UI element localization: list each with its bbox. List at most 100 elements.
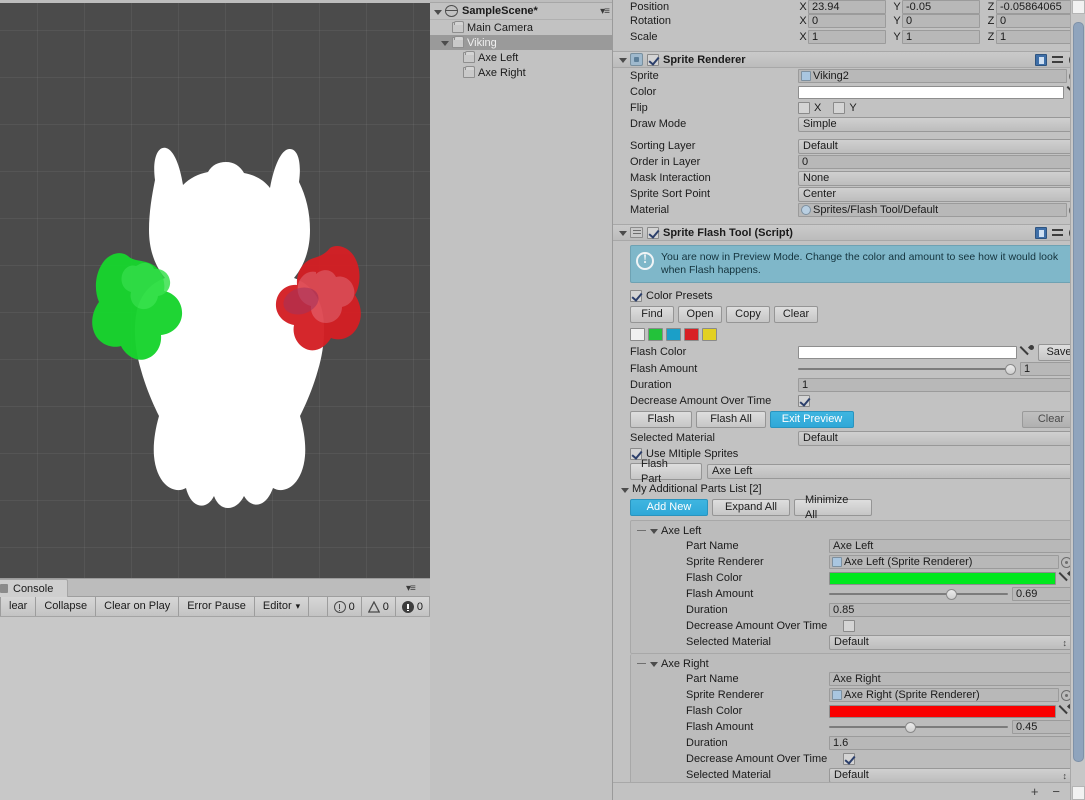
chevron-down-icon[interactable] (650, 529, 658, 534)
mask-interaction-dropdown[interactable]: None (798, 170, 1080, 186)
part-flash-amount-slider[interactable] (829, 587, 1008, 601)
preset-icon[interactable] (1052, 54, 1064, 66)
drag-handle-icon[interactable] (637, 661, 646, 667)
add-item-button[interactable]: + (1031, 784, 1039, 799)
color-swatch-yellow[interactable] (702, 327, 717, 341)
console-error-count[interactable]: 0 (395, 597, 430, 616)
flash-color-swatch-field[interactable] (798, 345, 1017, 359)
tab-console[interactable]: Console (0, 579, 69, 597)
flip-x-checkbox[interactable] (798, 102, 810, 114)
selected-material-dropdown[interactable]: Default (798, 430, 1080, 446)
scene-view[interactable] (0, 0, 430, 578)
material-object-field[interactable]: Sprites/Flash Tool/Default (798, 203, 1067, 217)
open-button[interactable]: Open (678, 306, 722, 323)
part-flash-amount-slider[interactable] (829, 720, 1008, 734)
color-swatch-field[interactable] (798, 85, 1064, 99)
part-name-field[interactable]: Axe Left (829, 539, 1072, 553)
decrease-over-time-checkbox[interactable] (798, 395, 810, 407)
color-presets-checkbox[interactable] (630, 290, 642, 302)
clear-presets-button[interactable]: Clear (774, 306, 818, 323)
hierarchy-item-viking[interactable]: Viking (430, 35, 612, 50)
part-decrease-checkbox[interactable] (843, 753, 855, 765)
part-sprite-renderer-field[interactable]: Axe Left (Sprite Renderer) (829, 555, 1059, 569)
help-book-icon[interactable] (1035, 227, 1047, 239)
expand-all-button[interactable]: Expand All (712, 499, 790, 516)
color-swatch-blue[interactable] (666, 327, 681, 341)
component-header-sprite-flash-tool[interactable]: Sprite Flash Tool (Script) (613, 224, 1085, 241)
position-z-field[interactable]: -0.05864065 (996, 0, 1074, 14)
part-decrease-checkbox[interactable] (843, 620, 855, 632)
rotation-z-field[interactable]: 0 (996, 14, 1074, 28)
viking-sprite[interactable] (80, 138, 380, 528)
scale-z-field[interactable]: 1 (996, 30, 1074, 44)
sorting-layer-dropdown[interactable]: Default (798, 138, 1080, 154)
part-flash-color-swatch[interactable] (829, 704, 1056, 718)
part-duration-field[interactable]: 0.85 (829, 603, 1072, 617)
part-header[interactable]: Axe Left (631, 523, 1077, 538)
find-button[interactable]: Find (630, 306, 674, 323)
color-swatch-red[interactable] (684, 327, 699, 341)
part-flash-color-swatch[interactable] (829, 571, 1056, 585)
chevron-down-icon[interactable] (650, 662, 658, 667)
sprite-object-field[interactable]: Viking2 (798, 69, 1067, 83)
part-flash-amount-value-field[interactable]: 0.69 (1012, 587, 1072, 601)
console-clear-on-play-button[interactable]: Clear on Play (96, 597, 180, 616)
order-in-layer-field[interactable]: 0 (798, 155, 1080, 169)
remove-item-button[interactable]: − (1052, 784, 1060, 799)
console-warning-count[interactable]: 0 (361, 597, 396, 616)
console-menu-icon[interactable]: ▾≡ (406, 583, 426, 594)
eyedropper-icon[interactable] (1020, 345, 1034, 359)
flash-part-button[interactable]: Flash Part (630, 458, 702, 485)
chevron-down-icon[interactable] (441, 41, 449, 46)
flash-tool-enabled-checkbox[interactable] (647, 226, 659, 239)
scale-y-field[interactable]: 1 (902, 30, 980, 44)
help-book-icon[interactable] (1035, 54, 1047, 66)
slider-knob[interactable] (945, 589, 957, 600)
preset-icon[interactable] (1052, 227, 1064, 239)
position-x-field[interactable]: 23.94 (808, 0, 886, 14)
hierarchy-item-main-camera[interactable]: Main Camera (430, 20, 612, 35)
slider-knob[interactable] (904, 722, 916, 733)
color-swatch-green[interactable] (648, 327, 663, 341)
console-collapse-button[interactable]: Collapse (36, 597, 97, 616)
hierarchy-item-axe-right[interactable]: Axe Right (430, 65, 612, 80)
console-log-count[interactable]: 0 (327, 597, 362, 616)
scrollbar-thumb[interactable] (1073, 22, 1084, 762)
rotation-y-field[interactable]: 0 (902, 14, 980, 28)
part-selected-material-dropdown[interactable]: Default (829, 767, 1072, 783)
scale-x-field[interactable]: 1 (808, 30, 886, 44)
position-y-field[interactable]: -0.05 (902, 0, 980, 14)
flash-button[interactable]: Flash (630, 411, 692, 428)
part-selected-material-dropdown[interactable]: Default (829, 634, 1072, 650)
hierarchy-item-axe-left[interactable]: Axe Left (430, 50, 612, 65)
add-new-button[interactable]: Add New (630, 499, 708, 516)
chevron-down-icon[interactable] (619, 58, 627, 63)
chevron-down-icon[interactable] (621, 487, 629, 493)
console-error-pause-button[interactable]: Error Pause (179, 597, 255, 616)
flash-part-dropdown[interactable]: Axe Left (707, 464, 1080, 479)
duration-field[interactable]: 1 (798, 378, 1080, 392)
inspector-scrollbar[interactable] (1070, 0, 1085, 800)
drag-handle-icon[interactable] (637, 528, 646, 534)
rotation-x-field[interactable]: 0 (808, 14, 886, 28)
part-header[interactable]: Axe Right (631, 656, 1077, 671)
color-swatch-white[interactable] (630, 327, 645, 341)
console-editor-dropdown[interactable]: Editor ▾ (254, 597, 310, 616)
flash-amount-slider[interactable] (798, 362, 1016, 376)
sprite-sort-point-dropdown[interactable]: Center (798, 186, 1080, 202)
part-sprite-renderer-field[interactable]: Axe Right (Sprite Renderer) (829, 688, 1059, 702)
part-duration-field[interactable]: 1.6 (829, 736, 1072, 750)
minimize-all-button[interactable]: Minimize All (794, 494, 872, 521)
console-clear-button[interactable]: lear (0, 597, 37, 616)
chevron-down-icon[interactable] (434, 9, 442, 15)
sprite-renderer-enabled-checkbox[interactable] (647, 53, 659, 66)
hierarchy-menu-icon[interactable]: ▾≡ (600, 6, 610, 17)
part-flash-amount-value-field[interactable]: 0.45 (1012, 720, 1072, 734)
exit-preview-button[interactable]: Exit Preview (770, 411, 854, 428)
hierarchy-scene-row[interactable]: SampleScene* ▾≡ (430, 3, 612, 20)
flip-y-checkbox[interactable] (833, 102, 846, 114)
console-log-area[interactable] (0, 617, 430, 800)
draw-mode-dropdown[interactable]: Simple (798, 116, 1080, 132)
component-header-sprite-renderer[interactable]: Sprite Renderer (613, 51, 1085, 68)
chevron-down-icon[interactable] (619, 231, 627, 236)
